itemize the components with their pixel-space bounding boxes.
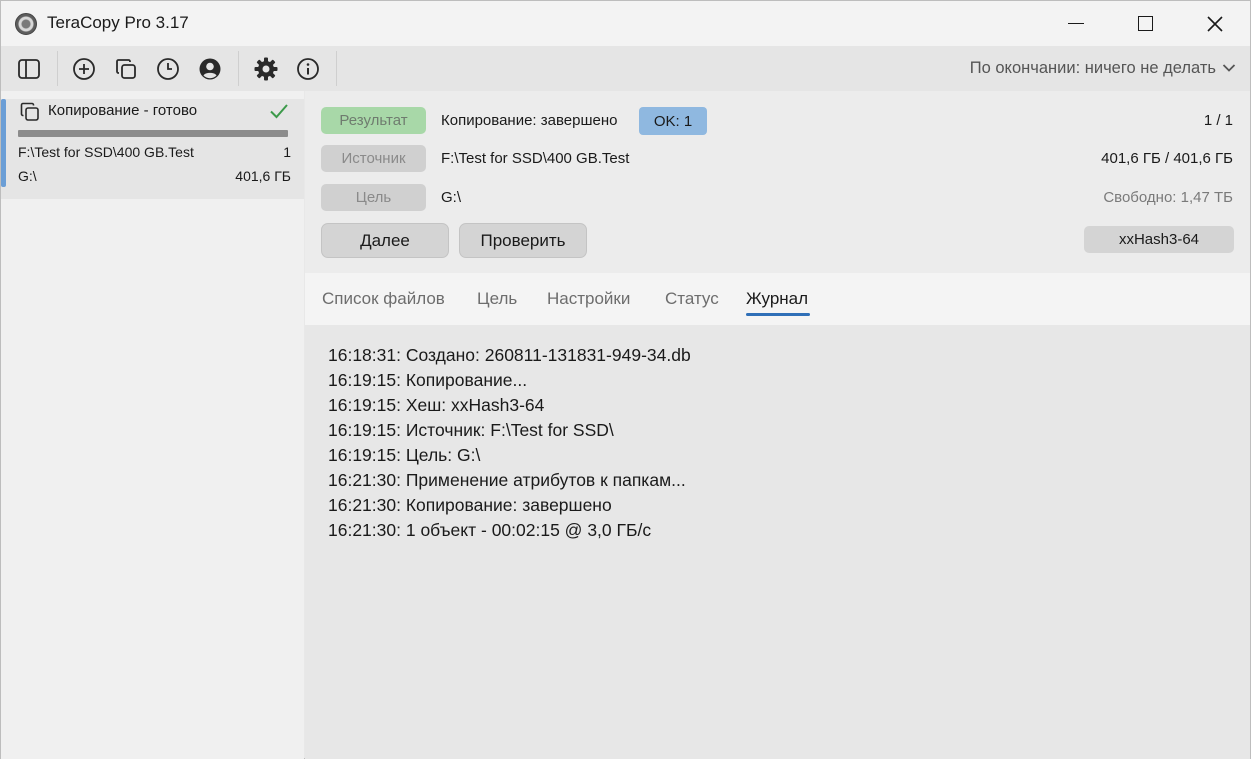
add-button[interactable] [69, 54, 99, 84]
toolbar-separator [336, 51, 337, 86]
task-info: Результат Копирование: завершено OK: 1 1… [305, 91, 1250, 273]
toolbar-separator [57, 51, 58, 86]
toolbar-separator [238, 51, 239, 86]
target-path: G:\ [441, 189, 462, 206]
log-line: 16:19:15: Источник: F:\Test for SSD\ [328, 420, 614, 440]
teracopy-window: TeraCopy Pro 3.17 По окончании: ничего н… [0, 0, 1251, 759]
info-icon [297, 58, 319, 80]
gear-icon [254, 57, 278, 81]
minimize-button[interactable] [1041, 1, 1111, 46]
hash-algorithm-button[interactable]: xxHash3-64 [1084, 226, 1234, 253]
log-line: 16:19:15: Копирование... [328, 370, 528, 390]
tab-bar: Список файлов Цель Настройки Статус Журн… [305, 273, 1250, 325]
sidebar-icon [18, 59, 40, 79]
result-label: Результат [321, 107, 426, 134]
copy-icon [20, 102, 39, 121]
task-list-panel: Копирование - готово F:\Test for SSD\400… [1, 91, 304, 759]
copy-button[interactable] [111, 54, 141, 84]
tab-target[interactable]: Цель [477, 289, 517, 309]
task-item[interactable]: Копирование - готово F:\Test for SSD\400… [1, 99, 304, 199]
tab-file-list[interactable]: Список файлов [322, 289, 445, 309]
copy-icon [116, 59, 136, 79]
history-button[interactable] [153, 54, 183, 84]
log-line: 16:21:30: Применение атрибутов к папкам.… [328, 470, 686, 490]
toggle-panel-button[interactable] [14, 54, 44, 84]
window-title: TeraCopy Pro 3.17 [47, 13, 189, 32]
teracopy-app-icon [15, 13, 37, 35]
task-details-panel: Результат Копирование: завершено OK: 1 1… [305, 91, 1250, 759]
maximize-button[interactable] [1110, 1, 1180, 46]
log-line: 16:19:15: Цель: G:\ [328, 445, 481, 465]
target-label: Цель [321, 184, 426, 211]
toolbar: По окончании: ничего не делать [1, 46, 1250, 91]
task-source-path: F:\Test for SSD\400 GB.Test [18, 144, 194, 160]
task-title: Копирование - готово [48, 102, 198, 119]
log-line: 16:21:30: 1 объект - 00:02:15 @ 3,0 ГБ/с [328, 520, 652, 540]
task-file-count: 1 [283, 144, 291, 160]
task-target-path: G:\ [18, 168, 37, 184]
minimize-icon [1068, 22, 1084, 25]
maximize-icon [1137, 16, 1153, 31]
task-size: 401,6 ГБ [235, 168, 291, 184]
log-line: 16:18:31: Создано: 260811-131831-949-34.… [328, 345, 691, 365]
verify-button[interactable]: Проверить [459, 223, 587, 258]
close-icon [1207, 15, 1223, 32]
source-size: 401,6 ГБ / 401,6 ГБ [1101, 150, 1233, 167]
next-button[interactable]: Далее [321, 223, 449, 258]
active-tab-indicator [746, 313, 810, 316]
plus-circle-icon [73, 58, 95, 80]
user-circle-icon [199, 58, 221, 80]
settings-button[interactable] [251, 54, 281, 84]
page-indicator: 1 / 1 [1203, 112, 1233, 129]
about-button[interactable] [293, 54, 323, 84]
free-space: Свободно: 1,47 ТБ [1103, 189, 1233, 206]
after-completion-select[interactable]: По окончании: ничего не делать [970, 59, 1216, 78]
source-path: F:\Test for SSD\400 GB.Test [441, 150, 630, 167]
source-label: Источник [321, 145, 426, 172]
tab-status[interactable]: Статус [665, 289, 719, 309]
ok-count-badge[interactable]: OK: 1 [639, 107, 707, 135]
task-progress-bar [18, 130, 288, 137]
log-line: 16:21:30: Копирование: завершено [328, 495, 612, 515]
result-text: Копирование: завершено [441, 112, 618, 129]
task-selected-indicator [1, 99, 6, 187]
close-button[interactable] [1180, 1, 1250, 46]
chevron-down-icon[interactable] [1222, 63, 1236, 73]
account-button[interactable] [195, 54, 225, 84]
tab-log[interactable]: Журнал [746, 289, 808, 309]
title-bar: TeraCopy Pro 3.17 [1, 1, 1250, 46]
log-view: 16:18:31: Создано: 260811-131831-949-34.… [305, 325, 1250, 759]
tab-settings[interactable]: Настройки [547, 289, 630, 309]
clock-icon [157, 58, 179, 80]
log-line: 16:19:15: Хеш: xxHash3-64 [328, 395, 545, 415]
checkmark-icon [270, 104, 288, 119]
